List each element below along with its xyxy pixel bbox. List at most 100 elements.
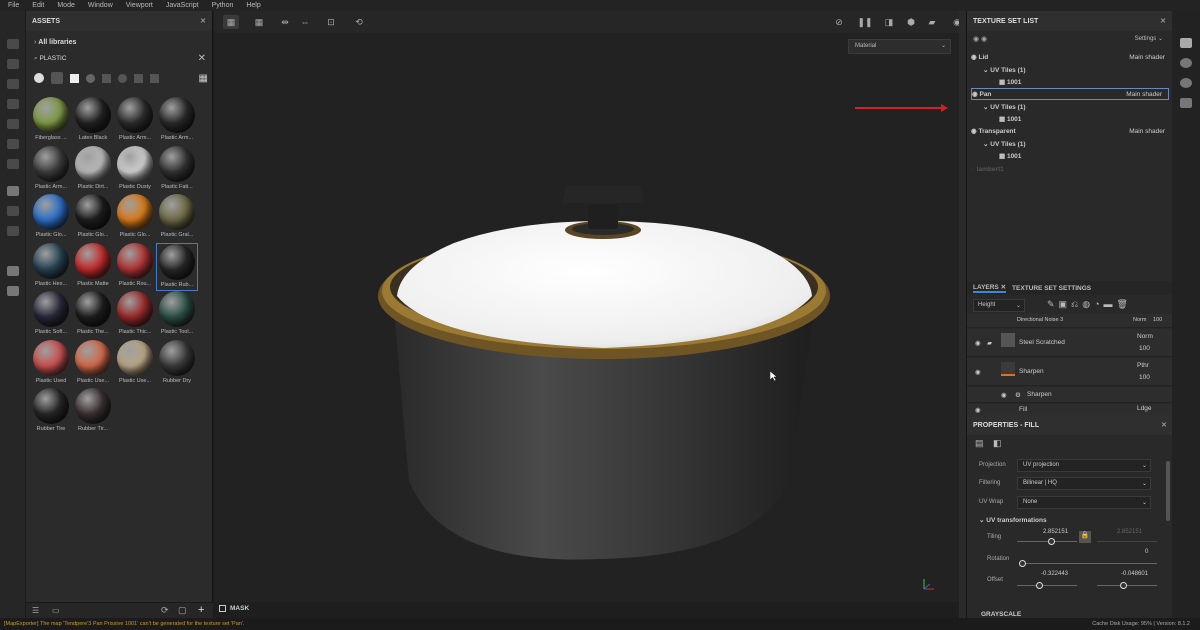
menu-edit[interactable]: Edit [32, 2, 44, 9]
import-icon[interactable]: ▢ [178, 605, 187, 616]
uv-tiles-row[interactable]: ⌄ UV Tiles (1) [983, 138, 1183, 150]
material-thumbnail[interactable]: Plastic Soft... [30, 291, 72, 339]
tab-layers[interactable]: LAYERS ✕ [973, 283, 1007, 293]
menu-file[interactable]: File [8, 2, 19, 9]
menu-window[interactable]: Window [88, 2, 113, 9]
symmetry-icon[interactable]: ⇹ [277, 15, 293, 29]
uvwrap-select[interactable]: None ⌄ [1017, 496, 1151, 509]
eye-icon[interactable]: ◉ [972, 90, 979, 98]
grid-icon[interactable]: ▦ [223, 15, 239, 29]
menu-javascript[interactable]: JavaScript [166, 2, 199, 9]
materials-filter-icon[interactable] [34, 73, 44, 83]
close-icon[interactable]: ✕ [200, 17, 206, 25]
texture-set-pan[interactable]: ◉ Pan Main shader [971, 88, 1169, 100]
material-thumbnail[interactable]: Plastic Matte [72, 242, 114, 291]
material-thumbnail[interactable]: Fiberglass ... [30, 97, 72, 145]
layer-opacity[interactable]: 100 [1139, 374, 1150, 381]
environment-filter-icon[interactable] [118, 73, 127, 83]
layer-opacity[interactable]: 100 [1153, 317, 1162, 323]
material-thumbnail[interactable]: Plastic Dirt... [72, 145, 114, 194]
settings-dropdown[interactable]: Settings ⌄ [1135, 35, 1163, 42]
search-input[interactable]: ⌕ PLASTIC ✕ [34, 53, 208, 68]
shader-panel-icon[interactable] [1180, 58, 1192, 68]
picker-icon[interactable] [7, 159, 19, 169]
grid-filter-icon[interactable] [134, 73, 143, 83]
texture-set-lid[interactable]: ◉ Lid Main shader [971, 51, 1171, 63]
material-thumbnail[interactable]: Rubber Tire [30, 388, 72, 436]
tile-grid-icon[interactable]: ▦ [251, 15, 267, 29]
eye-icon[interactable]: ◉ [975, 368, 981, 376]
offset-y-value[interactable]: -0.048601 [1121, 571, 1148, 577]
material-thumbnail[interactable]: Plastic Fati... [156, 145, 198, 194]
rotation-slider-handle[interactable] [1019, 560, 1026, 567]
history-panel-icon[interactable] [1180, 78, 1192, 88]
material-thumbnail[interactable]: Plastic Rub... [156, 242, 198, 291]
tiling-value[interactable]: 2.852151 [1043, 529, 1068, 535]
material-thumbnail[interactable]: Plastic Use... [72, 339, 114, 388]
grayscale-section[interactable]: GRAYSCALE [981, 611, 1021, 618]
eye-icon[interactable]: ◉ [1001, 391, 1007, 399]
material-thumbnail[interactable]: Plastic Gral... [156, 194, 198, 242]
eye-icon[interactable]: ◉ [975, 406, 981, 414]
material-thumbnail[interactable]: Plastic Thic... [114, 291, 156, 339]
material-thumbnail[interactable]: Plastic Glo... [72, 194, 114, 242]
offset-y-handle[interactable] [1120, 582, 1127, 589]
align-icon[interactable]: ⇔ [297, 15, 313, 29]
render-mode-icon[interactable]: ◨ [881, 15, 897, 29]
bake-icon[interactable] [7, 206, 19, 216]
material-thumbnail[interactable]: Plastic Arm... [114, 97, 156, 145]
brush-filter-icon[interactable] [102, 73, 111, 83]
texture-set-disabled[interactable]: ◌ lambert1 [971, 163, 1171, 175]
menu-python[interactable]: Python [212, 2, 234, 9]
camera-icon[interactable]: ▰ [924, 15, 940, 29]
offset-x-handle[interactable] [1036, 582, 1043, 589]
material-mode-icon[interactable]: ▤ [975, 438, 984, 449]
menu-help[interactable]: Help [246, 2, 260, 9]
material-thumbnail[interactable]: Plastic Use... [114, 339, 156, 388]
uv-tiles-row[interactable]: ⌄ UV Tiles (1) [983, 101, 1183, 113]
history-icon[interactable]: ⟲ [351, 15, 367, 29]
tab-texture-set-settings[interactable]: TEXTURE SET SETTINGS [1012, 285, 1091, 292]
mesh-icon[interactable] [7, 286, 19, 296]
grid-view-icon[interactable]: ▦ [199, 73, 208, 84]
close-icon[interactable]: ✕ [1160, 17, 1166, 25]
smudge-icon[interactable] [7, 119, 19, 129]
texture-set-panel-icon[interactable] [1180, 38, 1192, 48]
material-thumbnail[interactable]: Plastic Hex... [30, 242, 72, 291]
layer-icon[interactable] [7, 226, 19, 236]
offset-x-value[interactable]: -0.322443 [1041, 571, 1068, 577]
smart-material-filter-icon[interactable] [51, 72, 63, 84]
polygon-fill-icon[interactable] [7, 99, 19, 109]
mask-toggle-icon[interactable] [219, 605, 226, 612]
filtering-select[interactable]: Bilinear | HQ ⌄ [1017, 477, 1151, 490]
refresh-icon[interactable]: ⟳ [161, 605, 169, 616]
layer-row[interactable]: ◉ Sharpen Pthr 100 [967, 358, 1173, 386]
texture-set-transparent[interactable]: ◉ Transparent Main shader [971, 125, 1171, 137]
paint-brush-icon[interactable] [7, 39, 19, 49]
document-icon[interactable] [7, 266, 19, 276]
offset-x-slider[interactable] [1017, 585, 1077, 586]
lock-icon[interactable]: 🔒 [1079, 531, 1091, 543]
menu-viewport[interactable]: Viewport [126, 2, 153, 9]
eye-icon[interactable]: ◉ [971, 53, 978, 61]
splitter[interactable] [959, 11, 966, 618]
material-thumbnail[interactable]: Plastic Rou... [114, 242, 156, 291]
export-icon[interactable] [7, 186, 19, 196]
layer-blend[interactable]: Norm [1137, 333, 1153, 340]
eye-icon[interactable]: ◉ ◉ [973, 36, 987, 43]
display-settings-icon[interactable] [1180, 98, 1192, 108]
mask-mode-icon[interactable]: ◧ [993, 438, 1002, 449]
add-icon[interactable]: + [198, 604, 204, 616]
uv-tile-item[interactable]: ▦ 1001 [999, 113, 1199, 125]
rotation-value[interactable]: 0 [1145, 549, 1148, 555]
material-thumbnail[interactable]: Plastic Used [30, 339, 72, 388]
layer-row[interactable]: ◉ ▰ Steel Scratched Norm 100 [967, 329, 1173, 357]
material-thumbnail[interactable]: Plastic Glo... [30, 194, 72, 242]
image-filter-icon[interactable] [150, 73, 159, 83]
libraries-breadcrumb[interactable]: › All libraries [34, 39, 76, 46]
material-thumbnail[interactable]: Latex Black [72, 97, 114, 145]
close-icon[interactable]: ✕ [1161, 421, 1167, 429]
viewport[interactable]: MASK [214, 11, 959, 618]
material-thumbnail[interactable]: Plastic Glo... [114, 194, 156, 242]
material-thumbnail[interactable]: Plastic Arm... [30, 145, 72, 194]
